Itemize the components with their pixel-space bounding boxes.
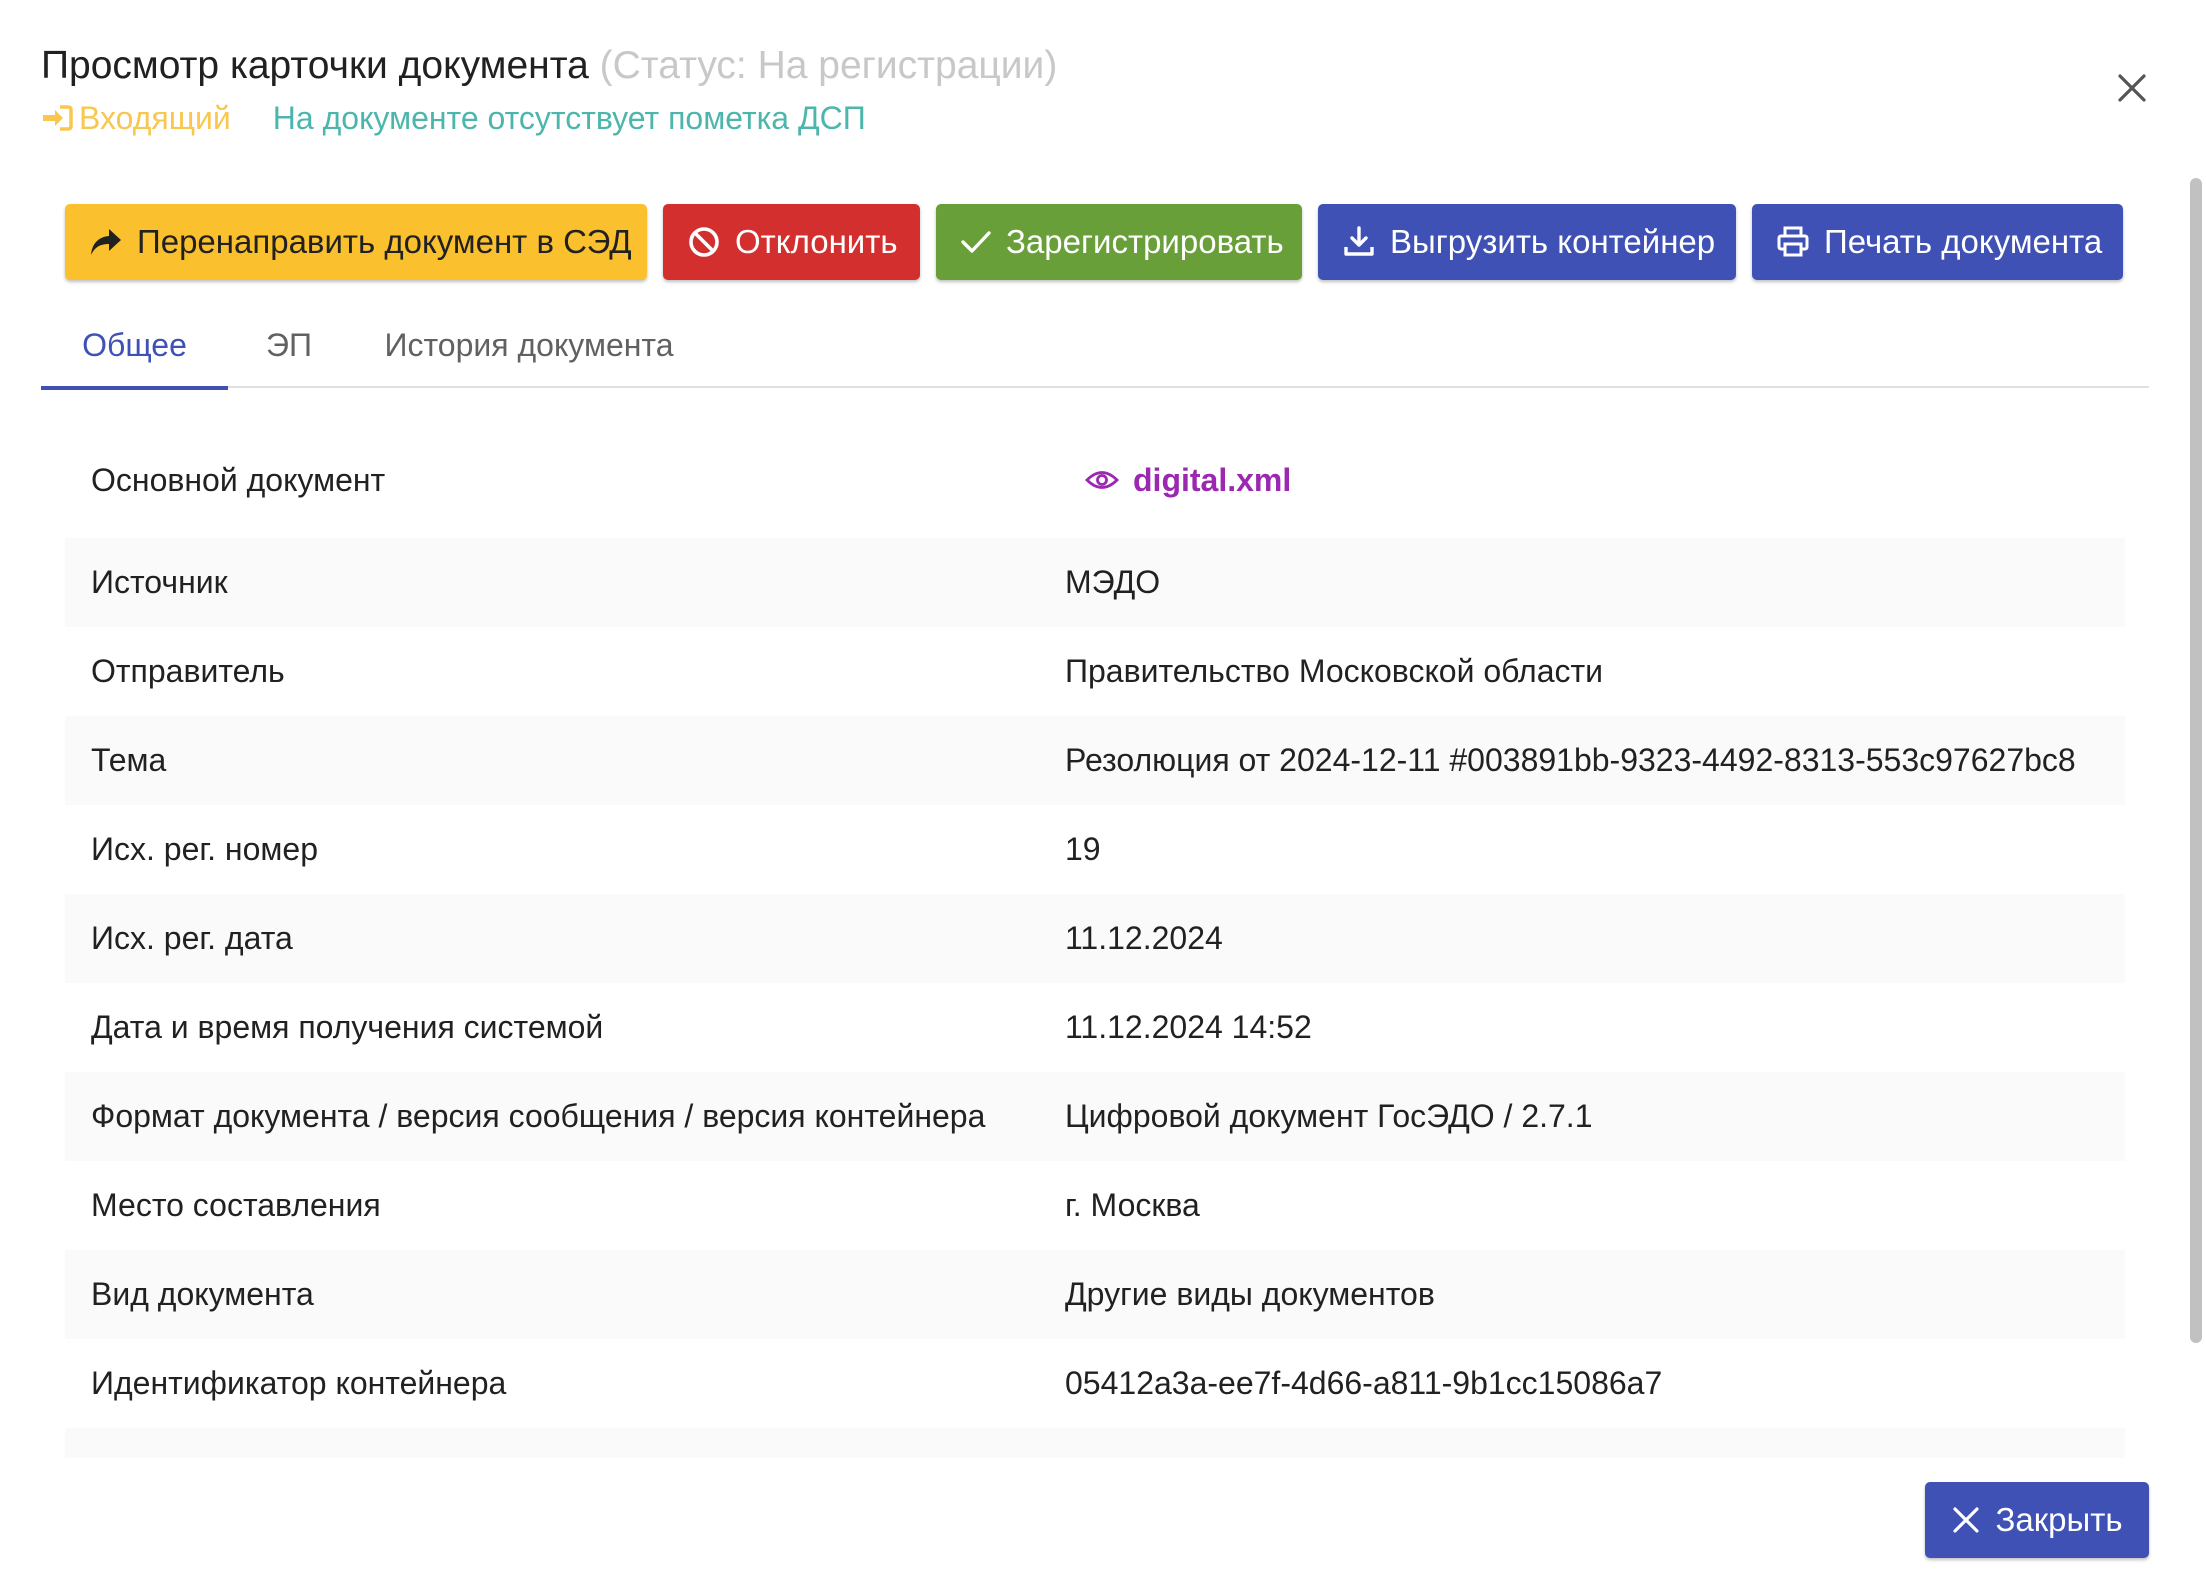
- direction-badge: Входящий: [41, 96, 231, 140]
- tab-general[interactable]: Общее: [41, 314, 228, 390]
- action-toolbar: Перенаправить документ в СЭД Отклонить З…: [65, 204, 2123, 280]
- row-label: Исх. рег. дата: [91, 920, 293, 956]
- table-row: Исх. рег. дата 11.12.2024: [65, 894, 2125, 983]
- row-label: Основной документ: [91, 462, 386, 498]
- print-label: Печать документа: [1824, 223, 2103, 260]
- tab-bar: Общее ЭП История документа: [41, 314, 2149, 390]
- row-label: Исх. рег. номер: [91, 831, 318, 867]
- tab-history[interactable]: История документа: [359, 314, 699, 386]
- share-arrow-icon: [91, 229, 121, 255]
- download-icon: [1344, 226, 1374, 256]
- main-document-link[interactable]: digital.xml: [1085, 430, 1291, 530]
- dialog-title: Просмотр карточки документа (Статус: На …: [41, 38, 1057, 94]
- row-label: Место составления: [91, 1187, 381, 1223]
- file-name: digital.xml: [1133, 462, 1292, 498]
- ban-icon: [689, 227, 719, 257]
- eye-icon: [1085, 471, 1119, 489]
- table-row: Источник МЭДО: [65, 538, 2125, 627]
- sign-in-icon: [43, 105, 73, 131]
- register-label: Зарегистрировать: [1006, 223, 1284, 260]
- row-value: Правительство Московской области: [1065, 653, 1604, 689]
- close-label: Закрыть: [1995, 1501, 2123, 1538]
- table-row: Исх. рег. номер 19: [65, 805, 2125, 894]
- row-label: Формат документа / версия сообщения / ве…: [91, 1098, 986, 1134]
- row-label: Идентификатор контейнера: [91, 1365, 507, 1401]
- redirect-label: Перенаправить документ в СЭД: [137, 223, 632, 260]
- document-meta: Входящий На документе отсутствует пометк…: [41, 96, 866, 140]
- row-value: 19: [1065, 831, 1101, 867]
- table-row: Место составления г. Москва: [65, 1161, 2125, 1250]
- direction-label: Входящий: [79, 100, 231, 136]
- close-icon: [1953, 1507, 1980, 1533]
- row-value: 05412a3a-ee7f-4d66-a811-9b1cc15086a7: [1065, 1365, 1663, 1401]
- row-label: Дата и время получения системой: [91, 1009, 604, 1045]
- table-row: Формат документа / версия сообщения / ве…: [65, 1072, 2125, 1161]
- dsp-note: На документе отсутствует пометка ДСП: [272, 100, 866, 136]
- print-button[interactable]: Печать документа: [1752, 204, 2123, 280]
- table-row: Тема Резолюция от 2024-12-11 #003891bb-9…: [65, 716, 2125, 805]
- row-label: Тема: [91, 742, 167, 778]
- scrollbar-thumb[interactable]: [2190, 178, 2202, 1343]
- table-row: [65, 1428, 2125, 1458]
- page-title: Просмотр карточки документа: [41, 44, 589, 87]
- table-row: Вид документа Другие виды документов: [65, 1250, 2125, 1339]
- register-button[interactable]: Зарегистрировать: [936, 204, 1302, 280]
- row-value: Резолюция от 2024-12-11 #003891bb-9323-4…: [1065, 742, 2076, 778]
- export-container-button[interactable]: Выгрузить контейнер: [1318, 204, 1736, 280]
- table-row: Идентификатор контейнера 05412a3a-ee7f-4…: [65, 1339, 2125, 1428]
- export-label: Выгрузить контейнер: [1390, 223, 1716, 260]
- row-label: Источник: [91, 564, 228, 600]
- status-label: (Статус: На регистрации): [599, 44, 1058, 87]
- details-table: Основной документ digital.xml Источник М…: [65, 430, 2125, 1458]
- row-value: МЭДО: [1065, 564, 1161, 600]
- row-value: Другие виды документов: [1065, 1276, 1435, 1312]
- row-label: Отправитель: [91, 653, 285, 689]
- reject-button[interactable]: Отклонить: [663, 204, 920, 280]
- redirect-button[interactable]: Перенаправить документ в СЭД: [65, 204, 647, 280]
- table-row: Основной документ digital.xml: [65, 430, 2125, 530]
- row-value: Цифровой документ ГосЭДО / 2.7.1: [1065, 1098, 1593, 1134]
- row-label: Вид документа: [91, 1276, 314, 1312]
- reject-label: Отклонить: [735, 223, 898, 260]
- print-icon: [1777, 226, 1809, 257]
- table-row: Дата и время получения системой 11.12.20…: [65, 983, 2125, 1072]
- row-value: 11.12.2024 14:52: [1065, 1009, 1312, 1045]
- row-value: г. Москва: [1065, 1187, 1200, 1223]
- document-card-dialog: Просмотр карточки документа (Статус: На …: [0, 0, 2206, 1582]
- row-value: 11.12.2024: [1065, 920, 1223, 956]
- check-icon: [961, 231, 991, 253]
- close-icon[interactable]: [2112, 68, 2152, 108]
- tab-ep[interactable]: ЭП: [249, 314, 329, 386]
- close-button[interactable]: Закрыть: [1925, 1482, 2149, 1558]
- table-row: Отправитель Правительство Московской обл…: [65, 627, 2125, 716]
